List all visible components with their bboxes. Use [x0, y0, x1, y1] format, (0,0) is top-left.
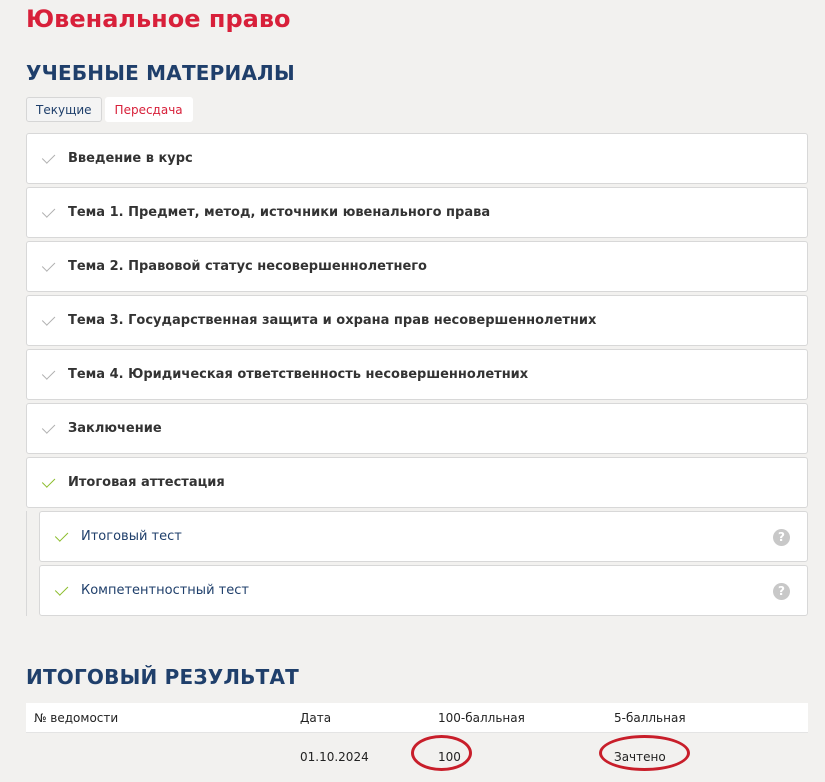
list-item-topic-2[interactable]: Тема 2. Правовой статус несовершеннолетн…	[26, 241, 808, 292]
check-icon	[41, 150, 56, 164]
list-item-label: Тема 1. Предмет, метод, источники ювенал…	[68, 205, 491, 220]
list-item-conclusion[interactable]: Заключение	[26, 403, 808, 454]
table-header: № ведомости Дата 100-балльная 5-балльная	[26, 703, 808, 732]
help-icon[interactable]: ?	[773, 529, 790, 546]
list-item-label: Тема 4. Юридическая ответственность несо…	[68, 367, 529, 382]
cell-score100-wrap: 100	[411, 734, 614, 771]
column-header-date: Дата	[300, 710, 332, 725]
list-item-label: Итоговая аттестация	[68, 475, 225, 490]
help-icon[interactable]: ?	[773, 583, 790, 600]
check-icon	[41, 204, 56, 218]
tab-current[interactable]: Текущие	[26, 97, 102, 122]
check-icon	[41, 474, 56, 488]
list-item-label: Итоговый тест	[81, 529, 182, 544]
annotation-ellipse	[411, 734, 472, 771]
check-icon	[41, 258, 56, 272]
list-item-competence-test[interactable]: Компетентностный тест ?	[39, 565, 808, 616]
column-header-score100: 100-балльная	[438, 710, 525, 725]
cell-score5-wrap: Зачтено	[599, 734, 808, 771]
result-heading: ИТОГОВЫЙ РЕЗУЛЬТАТ	[26, 665, 299, 689]
list-item-topic-1[interactable]: Тема 1. Предмет, метод, источники ювенал…	[26, 187, 808, 238]
column-header-score5: 5-балльная	[614, 710, 686, 725]
materials-list: Введение в курс Тема 1. Предмет, метод, …	[26, 133, 808, 619]
check-icon	[41, 366, 56, 380]
final-attestation-subitems: Итоговый тест ? Компетентностный тест ?	[26, 511, 808, 616]
check-icon	[41, 420, 56, 434]
materials-tabs: Текущие Пересдача	[26, 97, 193, 122]
list-item-label: Введение в курс	[68, 151, 193, 166]
cell-score5-circled: Зачтено	[599, 734, 690, 771]
check-icon	[41, 312, 56, 326]
column-header-number: № ведомости	[34, 710, 119, 725]
list-item-final-attestation[interactable]: Итоговая аттестация	[26, 457, 808, 508]
list-item-label: Компетентностный тест	[81, 583, 249, 598]
tab-retake[interactable]: Пересдача	[104, 97, 193, 122]
list-item-final-test[interactable]: Итоговый тест ?	[39, 511, 808, 562]
list-item-label: Заключение	[68, 421, 162, 436]
result-table: № ведомости Дата 100-балльная 5-балльная…	[26, 703, 808, 780]
cell-score100-circled: 100	[411, 734, 472, 771]
list-item-topic-3[interactable]: Тема 3. Государственная защита и охрана …	[26, 295, 808, 346]
list-item-intro[interactable]: Введение в курс	[26, 133, 808, 184]
page-title: Ювенальное право	[26, 5, 291, 33]
list-item-label: Тема 3. Государственная защита и охрана …	[68, 313, 597, 328]
list-item-topic-4[interactable]: Тема 4. Юридическая ответственность несо…	[26, 349, 808, 400]
list-item-label: Тема 2. Правовой статус несовершеннолетн…	[68, 259, 427, 274]
table-row: 01.10.2024 100 Зачтено	[26, 732, 808, 780]
check-icon	[54, 528, 69, 542]
check-icon	[54, 582, 69, 596]
materials-heading: УЧЕБНЫЕ МАТЕРИАЛЫ	[26, 61, 295, 85]
annotation-ellipse	[599, 734, 690, 771]
